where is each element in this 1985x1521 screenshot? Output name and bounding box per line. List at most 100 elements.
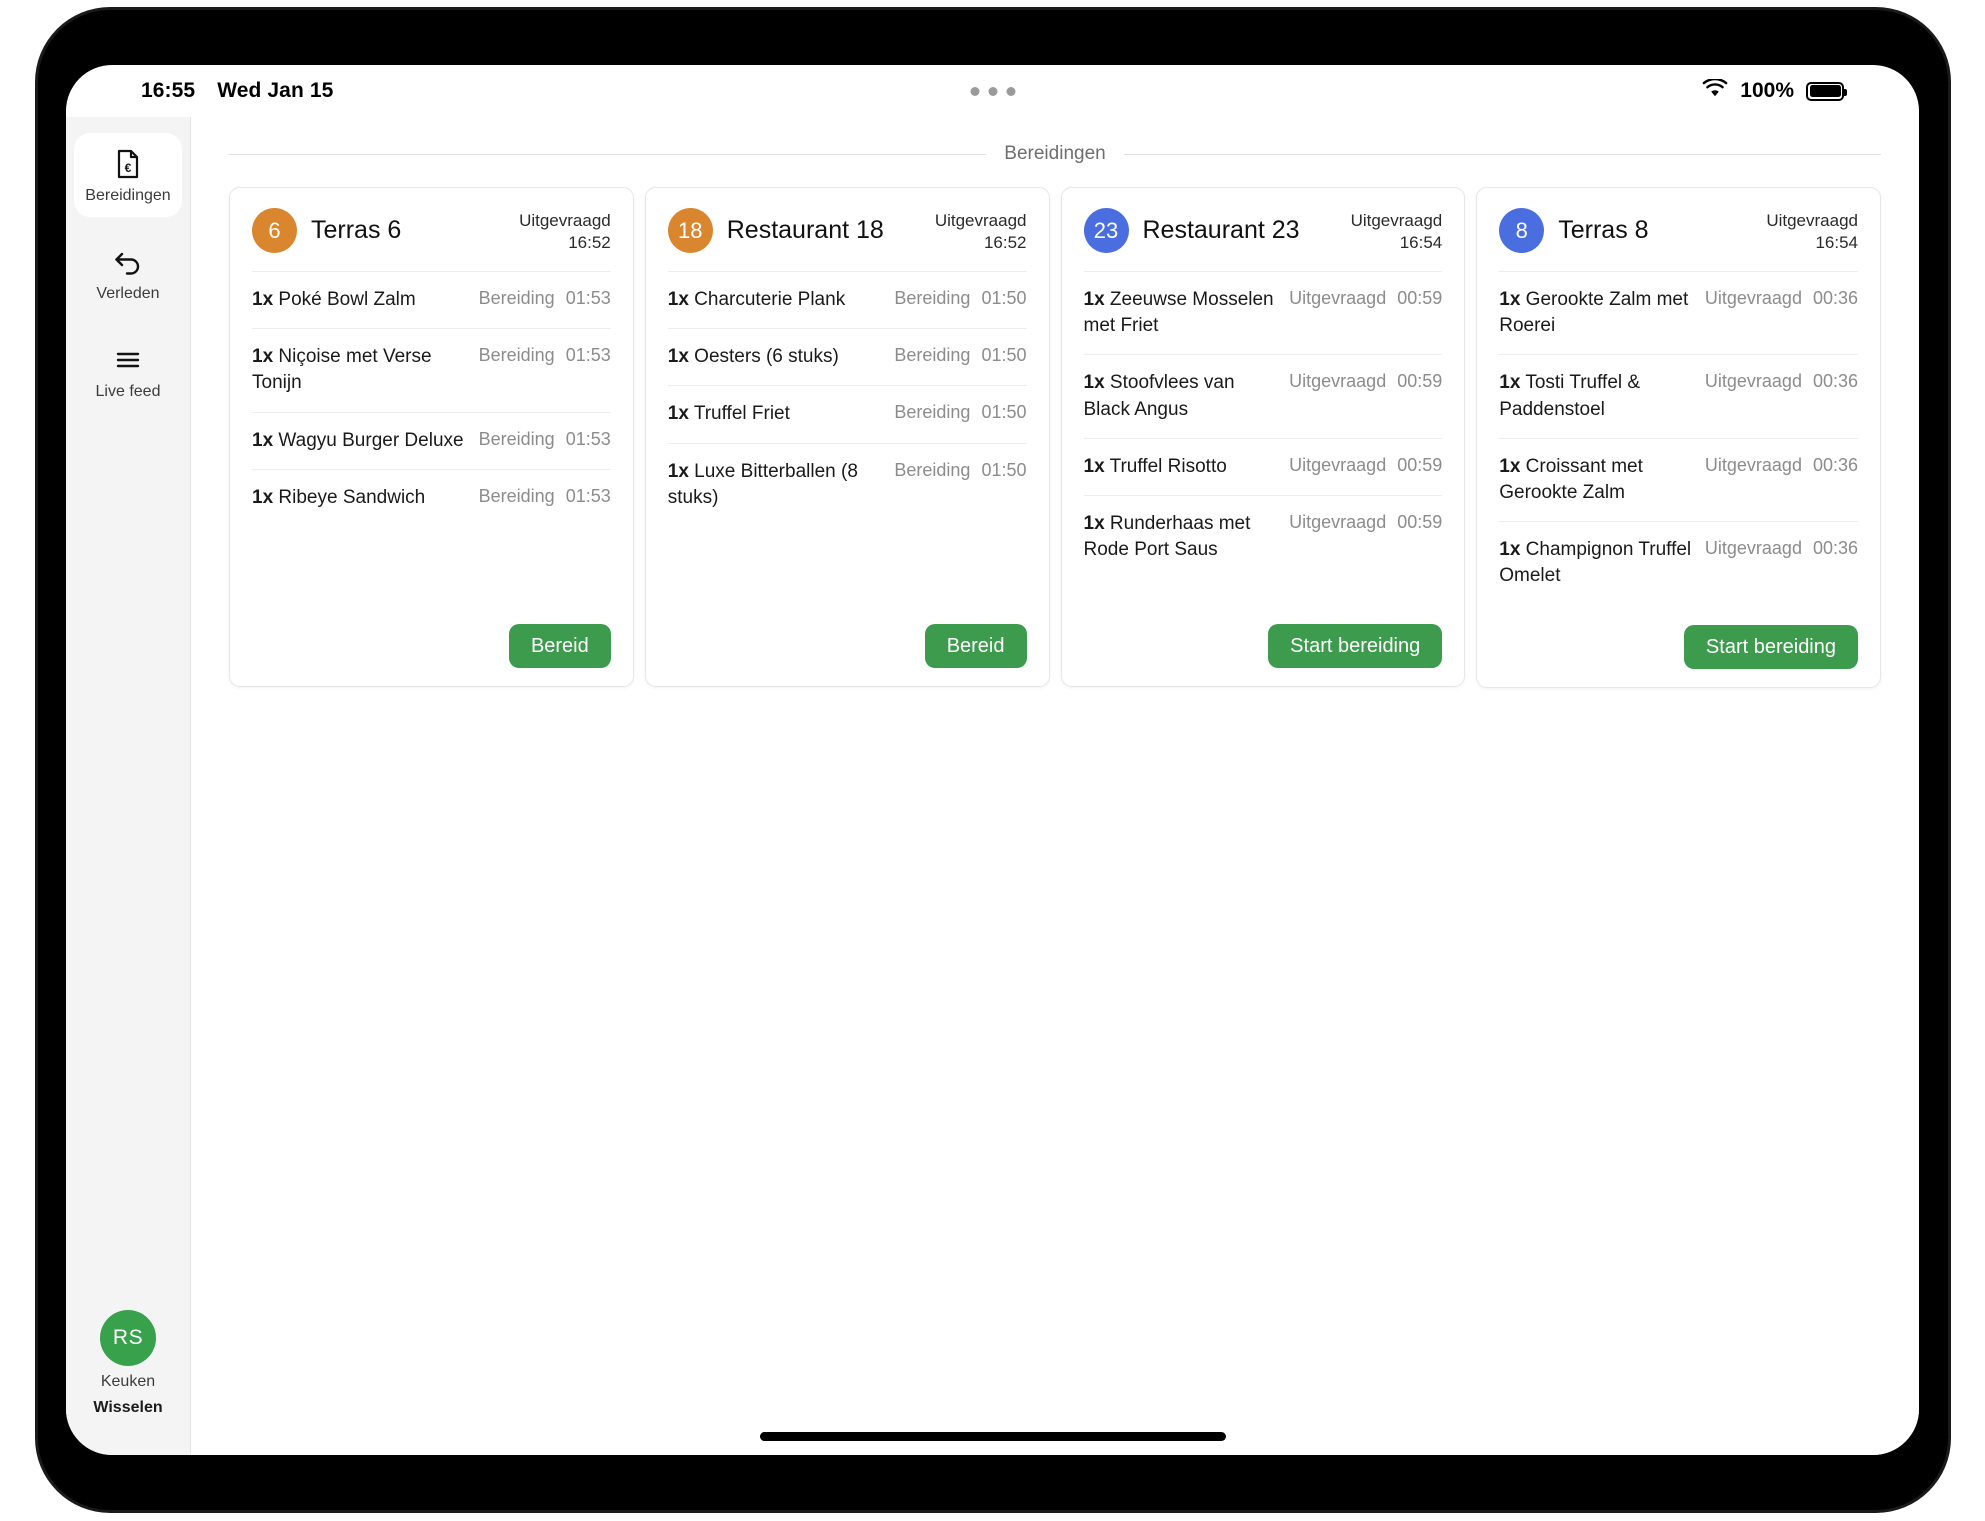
order-item-qty: 1x [252, 486, 274, 508]
order-item-name: 1x Zeeuwse Mosselen met Friet [1084, 287, 1278, 339]
order-item-status: Bereiding [894, 459, 971, 480]
order-card-header: 23 Restaurant 23 Uitgevraagd 16:54 [1083, 208, 1443, 255]
order-item-meta: Uitgevraagd 00:36 [1705, 370, 1858, 392]
order-card-footer: Start bereiding [1499, 605, 1858, 669]
order-item-meta: Uitgevraagd 00:59 [1289, 287, 1442, 309]
order-item-label: Poké Bowl Zalm [278, 288, 416, 310]
sidebar-item-label: Live feed [95, 382, 161, 400]
order-item-qty: 1x [1499, 288, 1521, 310]
table-badge: 23 [1083, 208, 1129, 253]
tablet-device-frame: 16:55 Wed Jan 15 100% € Bereidingen Verl… [38, 10, 1948, 1510]
order-action-button[interactable]: Start bereiding [1683, 624, 1858, 669]
order-item-meta: Uitgevraagd 00:36 [1705, 454, 1858, 476]
user-switch-block[interactable]: RS Keuken Wisselen [66, 1310, 190, 1417]
sidebar-item-verleden[interactable]: Verleden [74, 231, 182, 315]
order-item-timer: 00:59 [1397, 371, 1443, 392]
order-requested-block: Uitgevraagd 16:52 [935, 208, 1027, 255]
order-item-label: Zeeuwse Mosselen met Friet [1083, 288, 1274, 337]
order-item-meta: Bereiding 01:50 [894, 344, 1026, 366]
order-item-meta: Uitgevraagd 00:59 [1289, 511, 1442, 533]
dot-2 [988, 86, 997, 96]
order-item-row: 1x Zeeuwse Mosselen met Friet Uitgevraag… [1083, 270, 1443, 354]
order-card-footer: Start bereiding [1084, 604, 1443, 668]
order-item-qty: 1x [1499, 455, 1521, 477]
order-item-status: Uitgevraagd [1289, 287, 1387, 308]
order-item-row: 1x Stoofvlees van Black Angus Uitgevraag… [1083, 354, 1443, 437]
order-item-label: Croissant met Gerookte Zalm [1499, 455, 1643, 503]
document-euro-icon: € [111, 147, 145, 181]
order-item-qty: 1x [1083, 288, 1105, 310]
order-item-qty: 1x [252, 288, 274, 310]
order-item-label: Charcuterie Plank [694, 288, 846, 310]
order-item-timer: 01:50 [981, 402, 1027, 423]
order-item-meta: Bereiding 01:50 [894, 287, 1026, 309]
order-item-row: 1x Croissant met Gerookte Zalm Uitgevraa… [1499, 437, 1858, 521]
order-item-qty: 1x [667, 460, 689, 482]
order-item-status: Uitgevraagd [1289, 371, 1387, 392]
order-requested-label: Uitgevraagd [519, 211, 611, 230]
order-action-button[interactable]: Bereid [508, 624, 611, 668]
order-item-meta: Bereiding 01:50 [894, 459, 1026, 481]
sidebar: € Bereidingen Verleden Live feed RS Keuk… [66, 117, 191, 1455]
order-requested-block: Uitgevraagd 16:52 [519, 208, 611, 255]
order-item-status: Bereiding [478, 287, 555, 308]
order-item-name: 1x Gerookte Zalm met Roerei [1499, 287, 1693, 339]
order-item-timer: 01:53 [565, 485, 611, 506]
order-requested-label: Uitgevraagd [934, 211, 1027, 230]
order-item-qty: 1x [1499, 539, 1521, 561]
order-item-meta: Bereiding 01:50 [894, 401, 1026, 423]
order-action-button[interactable]: Bereid [924, 624, 1027, 668]
table-badge: 8 [1499, 208, 1545, 253]
order-item-row: 1x Luxe Bitterballen (8 stuks) Bereiding… [667, 442, 1027, 526]
order-item-row: 1x Tosti Truffel & Paddenstoel Uitgevraa… [1499, 354, 1858, 437]
order-item-label: Tosti Truffel & Paddenstoel [1499, 372, 1641, 420]
order-item-label: Wagyu Burger Deluxe [278, 429, 464, 451]
order-card: 6 Terras 6 Uitgevraagd 16:52 1x Poké Bow… [229, 187, 634, 687]
order-card: 8 Terras 8 Uitgevraagd 16:54 1x Gerookte… [1476, 187, 1881, 688]
order-item-status: Uitgevraagd [1289, 511, 1387, 532]
order-item-row: 1x Charcuterie Plank Bereiding 01:50 [667, 270, 1027, 328]
order-item-name: 1x Niçoise met Verse Tonijn [252, 344, 467, 396]
order-item-qty: 1x [252, 346, 274, 368]
main-content: Bereidingen 6 Terras 6 Uitgevraagd 16:52… [191, 117, 1919, 1455]
sidebar-item-live-feed[interactable]: Live feed [74, 329, 182, 413]
order-item-name: 1x Wagyu Burger Deluxe [252, 428, 464, 454]
order-item-qty: 1x [1083, 455, 1105, 477]
order-item-status: Bereiding [894, 287, 971, 308]
multitask-dots-icon[interactable] [970, 86, 1015, 96]
order-item-status: Uitgevraagd [1704, 538, 1802, 559]
user-switch-label[interactable]: Wisselen [93, 1399, 162, 1417]
wifi-icon [1702, 77, 1728, 104]
status-bar-right: 100% [1702, 77, 1847, 104]
table-badge: 6 [252, 208, 297, 253]
sidebar-item-label: Bereidingen [85, 186, 171, 204]
sidebar-item-bereidingen[interactable]: € Bereidingen [74, 133, 182, 217]
status-time: 16:55 [141, 79, 196, 102]
order-item-status: Uitgevraagd [1289, 454, 1387, 475]
order-item-meta: Uitgevraagd 00:36 [1705, 537, 1858, 559]
order-requested-time: 16:54 [1399, 233, 1443, 253]
order-item-status: Bereiding [478, 345, 555, 366]
home-indicator[interactable] [759, 1432, 1226, 1441]
order-requested-block: Uitgevraagd 16:54 [1766, 208, 1858, 255]
order-action-button[interactable]: Start bereiding [1268, 624, 1443, 668]
order-item-meta: Bereiding 01:53 [479, 344, 611, 366]
order-item-qty: 1x [667, 288, 689, 310]
order-item-timer: 01:50 [981, 345, 1027, 366]
order-card-footer: Bereid [252, 604, 611, 668]
order-item-meta: Bereiding 01:53 [479, 428, 611, 450]
order-requested-label: Uitgevraagd [1766, 211, 1858, 230]
order-item-label: Stoofvlees van Black Angus [1083, 372, 1235, 420]
avatar[interactable]: RS [100, 1310, 156, 1367]
order-item-name: 1x Truffel Friet [668, 401, 790, 427]
order-item-status: Bereiding [894, 345, 971, 366]
order-requested-label: Uitgevraagd [1350, 211, 1443, 230]
order-item-timer: 00:36 [1812, 538, 1858, 559]
order-item-label: Champignon Truffel Omelet [1499, 539, 1692, 587]
order-card: 23 Restaurant 23 Uitgevraagd 16:54 1x Ze… [1060, 187, 1466, 687]
order-item-name: 1x Stoofvlees van Black Angus [1084, 370, 1278, 422]
order-item-row: 1x Truffel Friet Bereiding 01:50 [667, 385, 1027, 442]
order-item-qty: 1x [1083, 372, 1105, 394]
section-header: Bereidingen [229, 117, 1882, 165]
order-item-name: 1x Poké Bowl Zalm [252, 287, 416, 313]
